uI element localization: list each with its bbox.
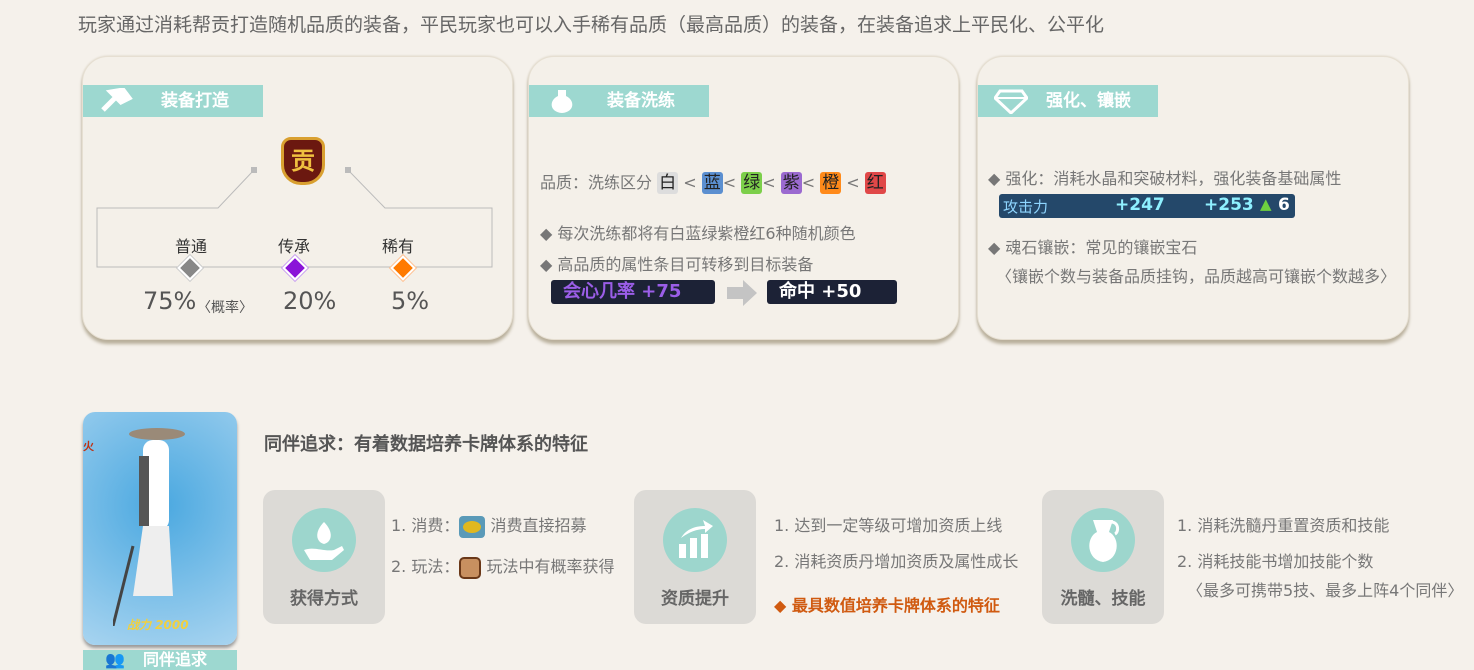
quality-orange: 橙 [820, 172, 841, 194]
stat-from: 会心几率 +75 [551, 280, 715, 304]
refine-bullet: ◆ 每次洗练都将有白蓝绿紫橙红6种随机颜色 [540, 220, 856, 244]
flask-icon [545, 88, 579, 114]
companion-power: 战力 2000 [127, 616, 189, 633]
prob-note: 〈概率〉 [197, 297, 253, 317]
jug-icon [1071, 508, 1135, 572]
arrow-up-icon: ▲ [1260, 195, 1272, 213]
tier-name: 传承 [278, 233, 310, 257]
quality-purple: 紫 [781, 172, 802, 194]
aptitude-highlight: ◆ 最具数值培养卡牌体系的特征 [774, 592, 1000, 616]
acquire-line: 1. 消费： 消费直接招募 [391, 512, 586, 538]
forge-card: 装备打造 贡 普通 传承 稀有 75% 〈概率〉 20% 5% [82, 56, 513, 340]
enhance-note: 〈镶嵌个数与装备品质挂钩，品质越高可镶嵌个数越多〉 [996, 263, 1396, 287]
enhance-title: 强化、镶嵌 [1046, 91, 1131, 111]
tier-name: 普通 [175, 233, 207, 257]
refine-bullet: ◆ 高品质的属性条目可转移到目标装备 [540, 251, 813, 275]
enhance-bullet: ◆ 魂石镶嵌：常见的镶嵌宝石 [988, 234, 1197, 258]
face-token-icon [459, 557, 481, 579]
enhance-bullet: ◆ 强化：消耗水晶和突破材料，强化装备基础属性 [988, 165, 1341, 189]
tier-name: 稀有 [382, 233, 414, 257]
acquire-line: 2. 玩法： 玩法中有概率获得 [391, 553, 614, 579]
attack-stat-bar: 攻击力 +247 +253 ▲ 6 [999, 194, 1295, 218]
companion-figure [113, 426, 203, 626]
group-icon: 👥 [105, 650, 125, 670]
tier-pct: 20% [283, 287, 336, 315]
stat-to: 命中 +50 [767, 280, 897, 304]
companion-title: 同伴追求：有着数据培养卡牌体系的特征 [264, 430, 588, 456]
hammer-icon [99, 88, 133, 114]
enhance-card: 强化、镶嵌 ◆ 强化：消耗水晶和突破材料，强化装备基础属性 攻击力 +247 +… [977, 56, 1409, 340]
enhance-header: 强化、镶嵌 [978, 85, 1158, 117]
aptitude-box: 资质提升 [634, 490, 756, 624]
intro-text: 玩家通过消耗帮贡打造随机品质的装备，平民玩家也可以入手稀有品质（最高品质）的装备… [78, 10, 1104, 37]
quality-row: 品质：洗练区分 白 < 蓝< 绿< 紫< 橙 < 红 [540, 169, 886, 194]
diamond-gem-icon [994, 88, 1028, 114]
refine-card: 装备洗练 品质：洗练区分 白 < 蓝< 绿< 紫< 橙 < 红 ◆ 每次洗练都将… [528, 56, 959, 340]
hand-leaf-icon [292, 508, 356, 572]
forge-title: 装备打造 [161, 91, 229, 111]
companion-card-image: 火 战力 2000 [83, 412, 237, 645]
companion-label-bar: 👥同伴追求 [83, 650, 237, 670]
forge-header: 装备打造 [83, 85, 263, 117]
marrow-line: 2. 消耗技能书增加技能个数 [1177, 548, 1373, 572]
tier-pct: 75% [143, 287, 196, 315]
marrow-note: 〈最多可携带5技、最多上阵4个同伴〉 [1187, 577, 1463, 601]
acquire-box: 获得方式 [263, 490, 385, 624]
arrow-right-icon [727, 280, 759, 306]
tier-pct: 5% [391, 287, 429, 315]
quality-red: 红 [865, 172, 886, 194]
refine-title: 装备洗练 [607, 91, 675, 111]
refine-header: 装备洗练 [529, 85, 709, 117]
aptitude-line: 2. 消耗资质丹增加资质及属性成长 [774, 548, 1018, 572]
marrow-line: 1. 消耗洗髓丹重置资质和技能 [1177, 512, 1389, 536]
forge-connector-lines [83, 157, 514, 277]
quality-blue: 蓝 [702, 172, 723, 194]
bar-chart-up-icon [663, 508, 727, 572]
marrow-skill-box: 洗髓、技能 [1042, 490, 1164, 624]
quality-white: 白 [657, 172, 678, 194]
aptitude-line: 1. 达到一定等级可增加资质上线 [774, 512, 1002, 536]
gold-ingot-icon [459, 516, 485, 538]
quality-green: 绿 [741, 172, 762, 194]
